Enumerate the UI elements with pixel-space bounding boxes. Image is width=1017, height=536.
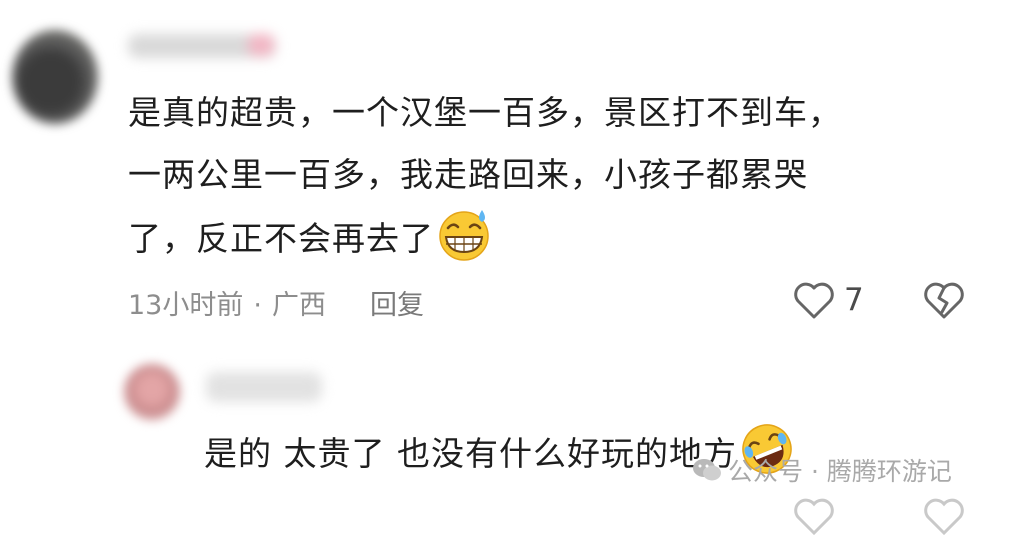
sweat-grin-emoji: [439, 210, 489, 261]
comment-line-text: 是的 太贵了 也没有什么好玩的地方: [204, 434, 737, 473]
like-count: 7: [844, 282, 864, 318]
comment-line-text: 了，反正不会再去了: [128, 219, 434, 258]
comment-text: 是真的超贵，一个汉堡一百多，景区打不到车， 一两公里一百多，我走路回来，小孩子都…: [128, 82, 842, 270]
wechat-icon: [693, 459, 721, 481]
watermark-text: 公众号 · 腾腾环游记: [728, 457, 952, 486]
comment-line: 一两公里一百多，我走路回来，小孩子都累哭: [128, 155, 808, 194]
heart-icon[interactable]: [792, 496, 836, 536]
heart-icon[interactable]: [792, 280, 836, 320]
comment-line: 是真的超贵，一个汉堡一百多，景区打不到车，: [128, 93, 842, 132]
comment-line: 了，反正不会再去了: [128, 206, 842, 270]
comment-meta: 13小时前 · 广西 回复: [128, 283, 424, 322]
watermark: 公众号 · 腾腾环游记: [692, 452, 952, 488]
comment-time: 13小时前: [128, 290, 244, 321]
avatar[interactable]: [12, 30, 98, 124]
reply-button[interactable]: 回复: [370, 290, 424, 321]
username-blurred[interactable]: [128, 34, 276, 58]
comment-location: 广西: [271, 290, 326, 321]
like-button[interactable]: 7: [792, 280, 864, 320]
broken-heart-icon[interactable]: [922, 280, 966, 320]
username-blurred[interactable]: [206, 372, 322, 402]
meta-separator: ·: [253, 290, 262, 321]
broken-heart-icon[interactable]: [922, 496, 966, 536]
avatar[interactable]: [124, 364, 180, 420]
